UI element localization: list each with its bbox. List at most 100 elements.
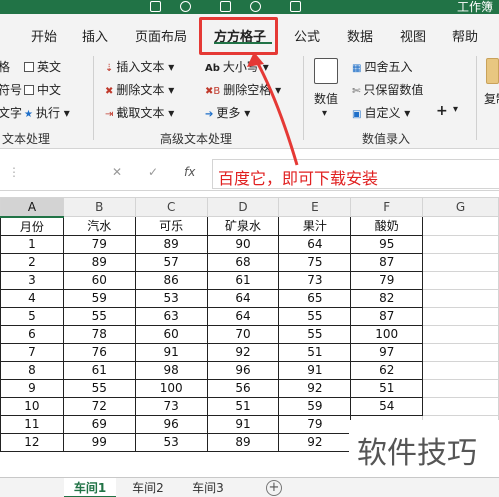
table-cell[interactable] bbox=[422, 360, 499, 380]
table-cell[interactable] bbox=[422, 378, 499, 398]
table-cell[interactable]: 91 bbox=[206, 414, 280, 434]
cancel-icon[interactable]: ✕ bbox=[112, 165, 122, 179]
table-cell[interactable]: 92 bbox=[206, 342, 280, 362]
image-icon[interactable] bbox=[290, 1, 301, 12]
table-cell[interactable] bbox=[422, 342, 499, 362]
table-cell[interactable]: 92 bbox=[278, 378, 352, 398]
table-cell[interactable] bbox=[422, 234, 499, 254]
chinese-checkbox[interactable]: 中文 bbox=[24, 81, 61, 98]
table-cell[interactable]: 5 bbox=[0, 306, 64, 326]
formula-input[interactable]: 百度它，即可下载安装 bbox=[212, 159, 499, 189]
table-cell[interactable]: 91 bbox=[134, 342, 208, 362]
chevron-down-icon[interactable]: ▾ bbox=[453, 104, 458, 115]
column-header-e[interactable]: E bbox=[278, 197, 352, 217]
tab-home[interactable]: 开始 bbox=[31, 26, 57, 45]
table-cell[interactable]: 3 bbox=[0, 270, 64, 290]
custom-button[interactable]: ▣ 自定义 ▾ bbox=[352, 104, 410, 121]
cell-header[interactable]: 可乐 bbox=[134, 216, 208, 236]
table-cell[interactable]: 72 bbox=[62, 396, 136, 416]
more-button[interactable]: ➔ 更多 ▾ bbox=[205, 104, 250, 121]
column-header-g[interactable]: G bbox=[422, 197, 499, 217]
tab-page-layout[interactable]: 页面布局 bbox=[135, 26, 187, 45]
table-cell[interactable]: 99 bbox=[62, 432, 136, 452]
table-cell[interactable]: 55 bbox=[62, 378, 136, 398]
table-cell[interactable]: 56 bbox=[206, 378, 280, 398]
table-cell[interactable]: 55 bbox=[278, 324, 352, 344]
add-sheet-icon[interactable]: + bbox=[266, 480, 282, 496]
table-cell[interactable]: 86 bbox=[134, 270, 208, 290]
table-cell[interactable]: 65 bbox=[278, 288, 352, 308]
function-icon[interactable]: fx bbox=[184, 165, 195, 179]
table-cell[interactable]: 97 bbox=[350, 342, 424, 362]
number-button[interactable]: 数值 bbox=[314, 90, 338, 107]
table-cell[interactable]: 96 bbox=[134, 414, 208, 434]
column-header-c[interactable]: C bbox=[134, 197, 208, 217]
table-cell[interactable]: 54 bbox=[350, 396, 424, 416]
table-cell[interactable]: 92 bbox=[278, 432, 352, 452]
column-header-d[interactable]: D bbox=[206, 197, 280, 217]
table-cell[interactable]: 11 bbox=[0, 414, 64, 434]
ribbon-left-item-2[interactable]: 符号 bbox=[0, 81, 22, 98]
table-cell[interactable]: 90 bbox=[206, 234, 280, 254]
tab-insert[interactable]: 插入 bbox=[82, 26, 108, 45]
chevron-down-icon[interactable]: ▾ bbox=[322, 108, 327, 119]
table-cell[interactable]: 55 bbox=[62, 306, 136, 326]
table-cell[interactable]: 68 bbox=[206, 252, 280, 272]
table-cell[interactable]: 2 bbox=[0, 252, 64, 272]
table-cell[interactable]: 61 bbox=[62, 360, 136, 380]
table-cell[interactable] bbox=[422, 396, 499, 416]
table-cell[interactable]: 53 bbox=[134, 432, 208, 452]
table-cell[interactable]: 100 bbox=[134, 378, 208, 398]
keep-value-button[interactable]: ✄ 只保留数值 bbox=[352, 81, 423, 98]
table-cell[interactable]: 55 bbox=[278, 306, 352, 326]
table-cell[interactable]: 64 bbox=[206, 288, 280, 308]
table-cell[interactable]: 6 bbox=[0, 324, 64, 344]
table-cell[interactable]: 70 bbox=[206, 324, 280, 344]
tab-help[interactable]: 帮助 bbox=[452, 26, 478, 45]
insert-text-button[interactable]: ⇣ 插入文本 ▾ bbox=[105, 58, 174, 75]
table-cell[interactable]: 51 bbox=[206, 396, 280, 416]
table-cell[interactable]: 61 bbox=[206, 270, 280, 290]
ribbon-left-item-3[interactable]: 文字 bbox=[0, 104, 22, 121]
table-cell[interactable]: 75 bbox=[278, 252, 352, 272]
cell-header[interactable]: 汽水 bbox=[62, 216, 136, 236]
column-header-b[interactable]: B bbox=[62, 197, 136, 217]
table-cell[interactable]: 100 bbox=[350, 324, 424, 344]
table-cell[interactable]: 64 bbox=[278, 234, 352, 254]
table-cell[interactable]: 10 bbox=[0, 396, 64, 416]
add-icon[interactable]: + bbox=[436, 103, 448, 119]
delete-text-button[interactable]: ✖ 删除文本 ▾ bbox=[105, 81, 174, 98]
table-cell[interactable]: 9 bbox=[0, 378, 64, 398]
table-cell[interactable] bbox=[422, 252, 499, 272]
ribbon-left-item-1[interactable]: 格 bbox=[0, 58, 10, 75]
cell-header[interactable]: 果汁 bbox=[278, 216, 352, 236]
table-cell[interactable]: 62 bbox=[350, 360, 424, 380]
table-cell[interactable]: 51 bbox=[350, 378, 424, 398]
cell-header[interactable]: 月份 bbox=[0, 216, 64, 236]
copy-button[interactable]: 复制 bbox=[484, 90, 499, 107]
table-cell[interactable]: 69 bbox=[62, 414, 136, 434]
tab-formulas[interactable]: 公式 bbox=[294, 26, 320, 45]
tab-view[interactable]: 视图 bbox=[400, 26, 426, 45]
table-cell[interactable]: 98 bbox=[134, 360, 208, 380]
table-cell[interactable]: 12 bbox=[0, 432, 64, 452]
table-cell[interactable]: 63 bbox=[134, 306, 208, 326]
delete-space-button[interactable]: ✖B 删除空格 ▾ bbox=[205, 81, 281, 98]
column-header-f[interactable]: F bbox=[350, 197, 424, 217]
english-checkbox[interactable]: 英文 bbox=[24, 58, 61, 75]
table-cell[interactable]: 1 bbox=[0, 234, 64, 254]
undo-icon[interactable] bbox=[180, 1, 191, 12]
cell-empty[interactable] bbox=[422, 216, 499, 236]
table-cell[interactable]: 57 bbox=[134, 252, 208, 272]
table-cell[interactable] bbox=[422, 288, 499, 308]
table-cell[interactable]: 8 bbox=[0, 360, 64, 380]
round-button[interactable]: ▦ 四舍五入 bbox=[352, 58, 412, 75]
table-cell[interactable]: 95 bbox=[350, 234, 424, 254]
table-cell[interactable]: 79 bbox=[278, 414, 352, 434]
table-cell[interactable]: 96 bbox=[206, 360, 280, 380]
table-icon[interactable] bbox=[220, 1, 231, 12]
sheet-tab-2[interactable]: 车间2 bbox=[120, 478, 176, 497]
column-header-a[interactable]: A bbox=[0, 197, 64, 218]
table-cell[interactable]: 51 bbox=[278, 342, 352, 362]
table-cell[interactable] bbox=[422, 270, 499, 290]
